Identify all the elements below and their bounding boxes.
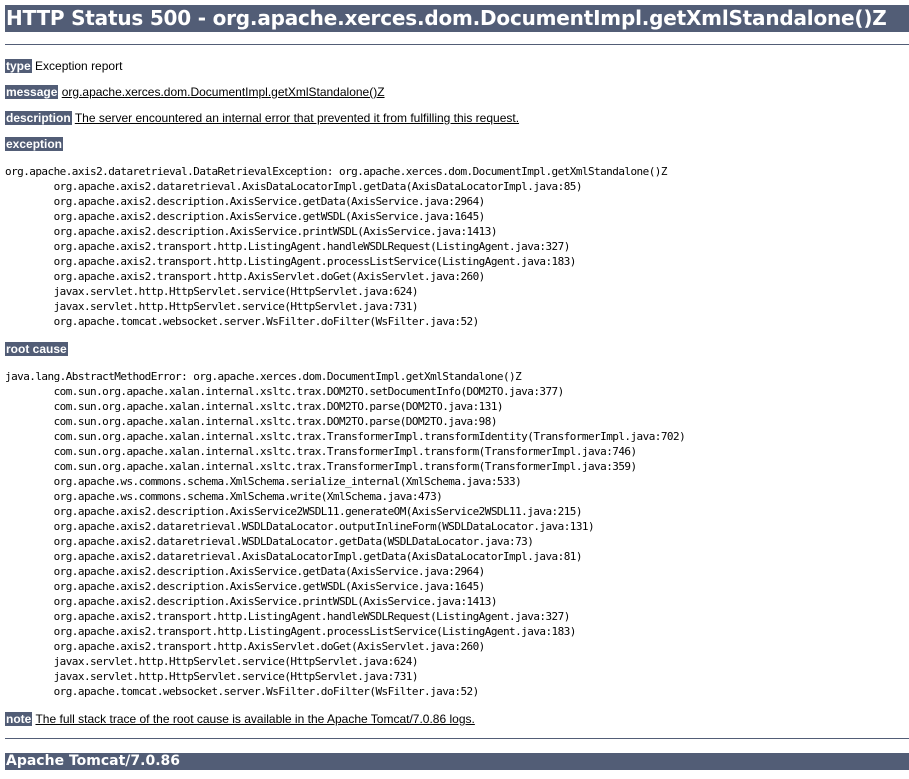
message-label: message [5, 85, 59, 99]
type-label: type [5, 59, 32, 73]
note-label: note [5, 712, 33, 726]
note-row: note The full stack trace of the root ca… [5, 712, 475, 726]
page-title: HTTP Status 500 - org.apache.xerces.dom.… [5, 5, 909, 32]
description-value: The server encountered an internal error… [74, 111, 520, 125]
note-value: The full stack trace of the root cause i… [35, 712, 475, 726]
root-cause-label: root cause [5, 342, 68, 356]
description-row: description The server encountered an in… [5, 111, 519, 125]
error-page: HTTP Status 500 - org.apache.xerces.dom.… [5, 5, 909, 770]
message-value: org.apache.xerces.dom.DocumentImpl.getXm… [61, 85, 385, 99]
root-cause-stack-trace: java.lang.AbstractMethodError: org.apach… [5, 370, 686, 698]
exception-label: exception [5, 137, 64, 151]
message-row: message org.apache.xerces.dom.DocumentIm… [5, 85, 385, 99]
type-row: type Exception report [5, 59, 122, 73]
description-label: description [5, 111, 72, 125]
exception-stack-trace: org.apache.axis2.dataretrieval.DataRetri… [5, 165, 667, 328]
divider-bottom [5, 738, 909, 739]
server-footer: Apache Tomcat/7.0.86 [5, 753, 909, 770]
divider-top [5, 44, 909, 45]
type-value: Exception report [35, 59, 123, 73]
